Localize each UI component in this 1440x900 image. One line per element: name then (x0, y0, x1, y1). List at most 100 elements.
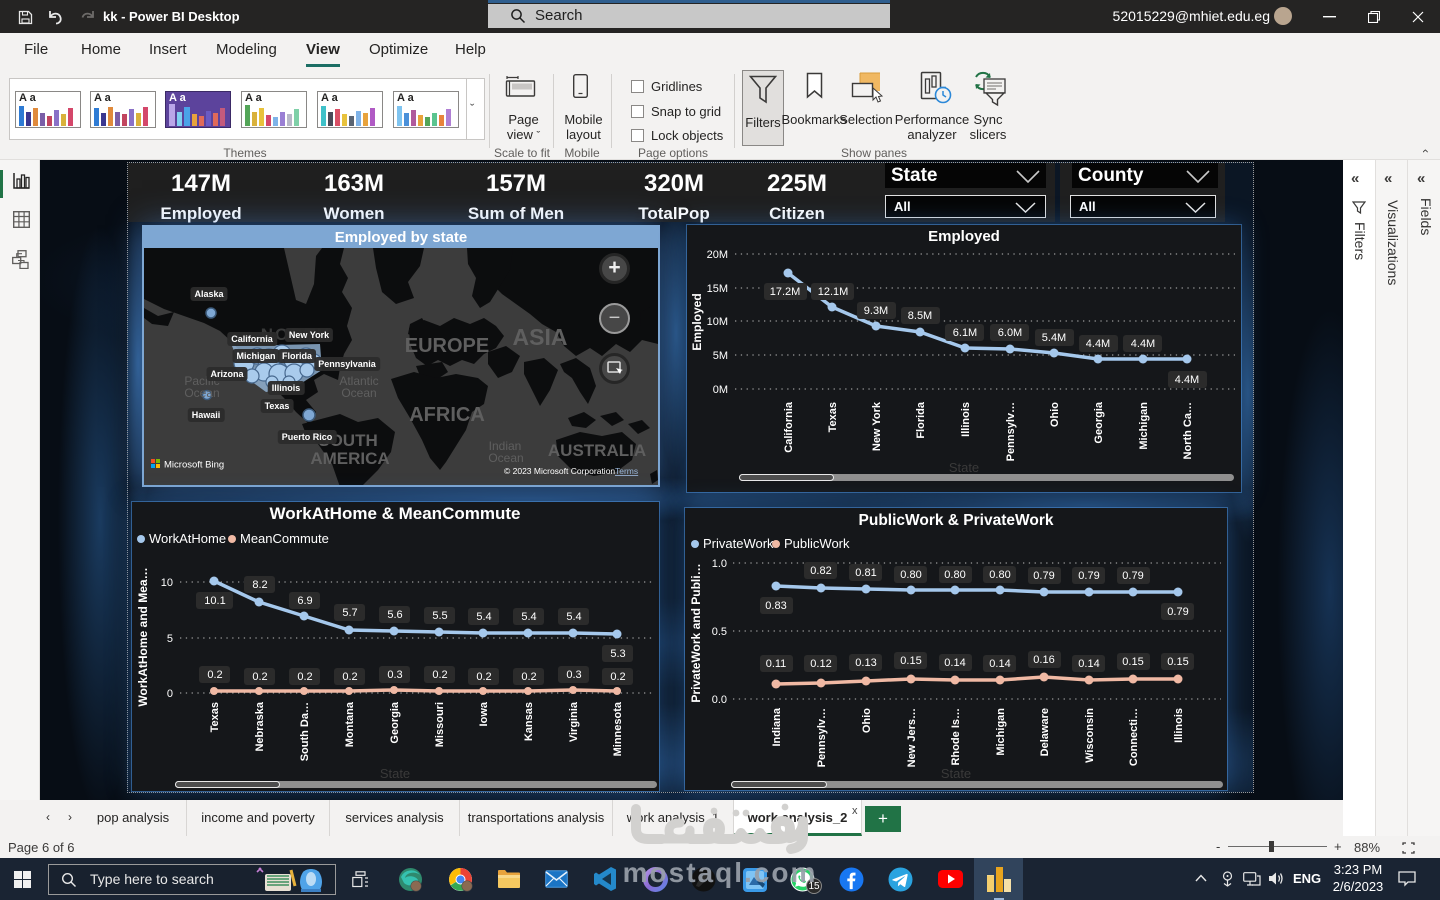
svg-text:MeanCommute: MeanCommute (240, 531, 329, 546)
svg-text:Nebraska: Nebraska (254, 701, 266, 751)
svg-text:AFRICA: AFRICA (409, 404, 485, 426)
svg-text:0.3: 0.3 (387, 669, 402, 681)
svg-text:5.3: 5.3 (610, 648, 625, 660)
svg-text:ASIA: ASIA (513, 324, 568, 350)
svg-text:17.2M: 17.2M (770, 286, 801, 298)
svg-text:0.14: 0.14 (944, 657, 965, 669)
svg-text:0.2: 0.2 (521, 671, 536, 683)
svg-text:0.12: 0.12 (810, 658, 831, 670)
svg-text:0.14: 0.14 (1078, 658, 1099, 670)
svg-text:Montana: Montana (344, 701, 356, 747)
svg-text:4.4M: 4.4M (1086, 338, 1110, 350)
svg-text:Wisconsin: Wisconsin (1084, 708, 1096, 763)
svg-text:PublicWork & PrivateWork: PublicWork & PrivateWork (859, 512, 1054, 529)
svg-text:Texas: Texas (827, 402, 839, 432)
svg-text:5.4: 5.4 (521, 611, 536, 623)
svg-text:0.11: 0.11 (766, 658, 787, 670)
svg-text:0.81: 0.81 (855, 567, 876, 579)
svg-text:5.4: 5.4 (566, 611, 581, 623)
svg-text:Illinois: Illinois (1173, 708, 1185, 743)
svg-text:State: State (941, 766, 971, 781)
svg-text:Terms: Terms (615, 466, 638, 476)
svg-text:0.80: 0.80 (944, 569, 965, 581)
svg-text:5: 5 (167, 633, 173, 645)
svg-text:10.1: 10.1 (204, 595, 225, 607)
svg-text:0.15: 0.15 (1167, 656, 1188, 668)
svg-text:Minnesota: Minnesota (612, 701, 624, 756)
svg-text:AUSTRALIA: AUSTRALIA (548, 441, 646, 460)
svg-text:6.1M: 6.1M (953, 327, 977, 339)
svg-text:20M: 20M (707, 249, 728, 261)
svg-text:New Jers…: New Jers… (906, 708, 918, 767)
svg-text:Virginia: Virginia (568, 701, 580, 742)
svg-text:0.5: 0.5 (712, 626, 727, 638)
svg-text:Rhode Is…: Rhode Is… (950, 708, 962, 765)
svg-text:5.4: 5.4 (476, 611, 491, 623)
svg-text:Ocean: Ocean (184, 386, 219, 400)
svg-text:© 2023 Microsoft Corporation: © 2023 Microsoft Corporation (504, 466, 615, 476)
svg-text:California: California (783, 401, 795, 453)
svg-text:State: State (949, 460, 979, 475)
svg-text:6.0M: 6.0M (998, 327, 1022, 339)
svg-text:WorkAtHome and Mea…: WorkAtHome and Mea… (136, 567, 150, 706)
svg-text:0.80: 0.80 (900, 569, 921, 581)
svg-text:4.4M: 4.4M (1175, 374, 1199, 386)
svg-text:Pennsylv…: Pennsylv… (816, 708, 828, 767)
svg-text:0.3: 0.3 (566, 669, 581, 681)
svg-text:0.2: 0.2 (297, 671, 312, 683)
svg-text:Ohio: Ohio (1049, 402, 1061, 427)
svg-text:Michigan: Michigan (995, 708, 1007, 756)
svg-text:0.2: 0.2 (207, 669, 222, 681)
svg-text:Florida: Florida (915, 401, 927, 439)
svg-text:6.9: 6.9 (297, 595, 312, 607)
svg-text:8.5M: 8.5M (908, 310, 932, 322)
svg-text:5M: 5M (713, 350, 728, 362)
svg-text:0.79: 0.79 (1078, 570, 1099, 582)
svg-text:4.4M: 4.4M (1131, 338, 1155, 350)
svg-text:AMERICA: AMERICA (310, 449, 389, 468)
svg-text:State: State (380, 766, 410, 781)
svg-text:Texas: Texas (209, 702, 221, 732)
svg-text:Ocean: Ocean (341, 386, 376, 400)
svg-text:Georgia: Georgia (1093, 401, 1105, 443)
svg-text:Microsoft Bing: Microsoft Bing (164, 460, 224, 471)
svg-text:0: 0 (167, 688, 173, 700)
svg-text:Missouri: Missouri (434, 702, 446, 747)
svg-text:8.2: 8.2 (252, 579, 267, 591)
svg-text:New York: New York (871, 401, 883, 451)
svg-text:0.2: 0.2 (432, 669, 447, 681)
svg-text:0.15: 0.15 (1122, 656, 1143, 668)
svg-text:0.80: 0.80 (989, 569, 1010, 581)
svg-text:PublicWork: PublicWork (784, 536, 850, 551)
svg-text:0.15: 0.15 (900, 655, 921, 667)
svg-text:North Ca…: North Ca… (1182, 402, 1194, 459)
svg-text:0.0: 0.0 (712, 694, 727, 706)
svg-text:WorkAtHome: WorkAtHome (149, 531, 226, 546)
svg-text:PrivateWork and Publi…: PrivateWork and Publi… (689, 563, 703, 702)
svg-text:Employed: Employed (690, 293, 704, 350)
svg-text:12.1M: 12.1M (818, 286, 849, 298)
svg-text:0.79: 0.79 (1033, 570, 1054, 582)
svg-text:10M: 10M (707, 316, 728, 328)
svg-text:0.2: 0.2 (610, 671, 625, 683)
svg-text:WorkAtHome & MeanCommute: WorkAtHome & MeanCommute (270, 504, 521, 523)
svg-text:South Da…: South Da… (299, 702, 311, 761)
svg-text:0.2: 0.2 (476, 671, 491, 683)
svg-text:Employed: Employed (928, 228, 1000, 245)
svg-text:0.2: 0.2 (252, 671, 267, 683)
svg-text:Kansas: Kansas (523, 702, 535, 741)
svg-text:Pennsylv…: Pennsylv… (1005, 402, 1017, 461)
svg-text:PrivateWork: PrivateWork (703, 536, 774, 551)
svg-text:1.0: 1.0 (712, 558, 727, 570)
svg-text:15M: 15M (707, 283, 728, 295)
svg-text:0.14: 0.14 (989, 658, 1010, 670)
svg-text:0.79: 0.79 (1122, 570, 1143, 582)
svg-text:5.7: 5.7 (342, 607, 357, 619)
svg-text:Georgia: Georgia (389, 701, 401, 743)
svg-text:9.3M: 9.3M (864, 305, 888, 317)
svg-text:EUROPE: EUROPE (405, 335, 489, 357)
svg-text:Iowa: Iowa (478, 701, 490, 726)
svg-text:0M: 0M (713, 384, 728, 396)
svg-text:Indiana: Indiana (771, 707, 783, 746)
svg-text:Michigan: Michigan (1138, 402, 1150, 450)
